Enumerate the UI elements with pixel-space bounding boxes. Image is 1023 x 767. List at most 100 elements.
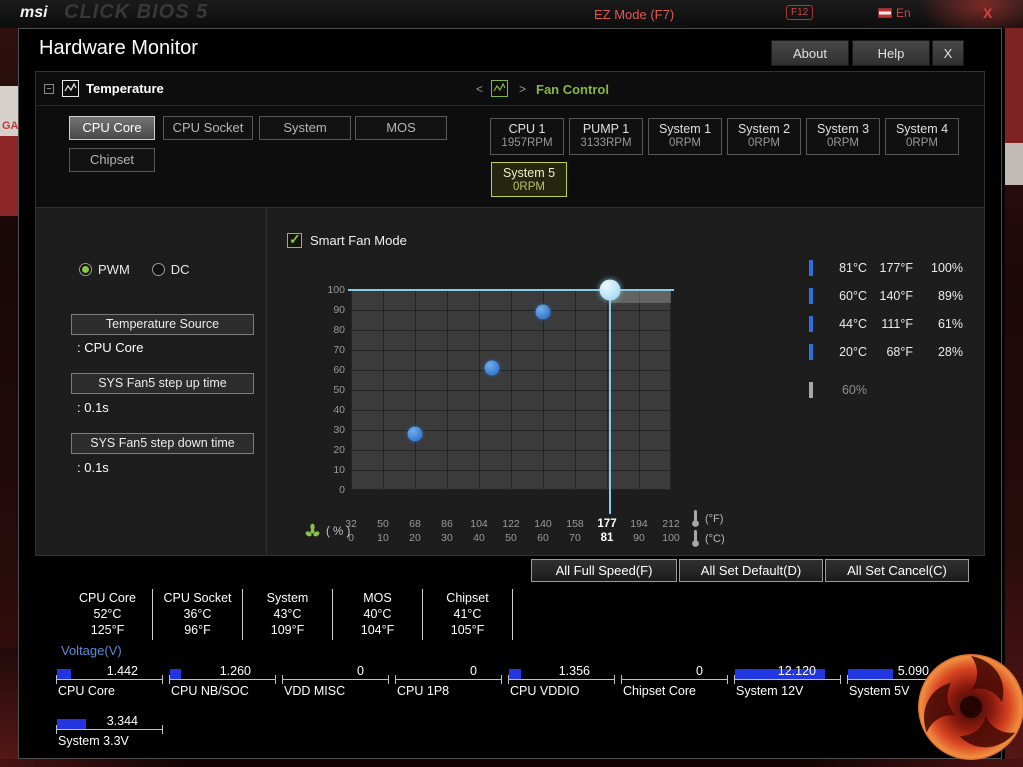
celsius-axis-label-group: (°C) [691, 529, 725, 548]
fan-button-system-5[interactable]: System 5 0RPM [491, 162, 567, 197]
fan-name: System 3 [817, 122, 869, 136]
pwm-radio[interactable] [79, 263, 92, 276]
temperature-readout: CPU Socket 36°C 96°F [153, 589, 243, 640]
x-axis-tick-celsius: 60 [537, 532, 549, 544]
fan-button-pump-1[interactable]: PUMP 1 3133RPM [569, 118, 643, 155]
all-set-default-button[interactable]: All Set Default(D) [679, 559, 823, 582]
fan-point-row: 44°C 111°F 61% [809, 315, 963, 333]
x-axis-tick-fahrenheit: 177 [597, 518, 616, 530]
next-tab-arrow[interactable]: > [519, 82, 526, 96]
ez-mode-button[interactable]: EZ Mode (F7) [594, 7, 674, 22]
fan-name: PUMP 1 [583, 122, 629, 136]
voltage-value: 12.120 [778, 664, 816, 678]
temp-source-button-mos[interactable]: MOS [355, 116, 447, 140]
y-axis-tick: 30 [313, 424, 345, 436]
fan-button-system-2[interactable]: System 2 0RPM [727, 118, 801, 155]
thermometer-icon [691, 529, 700, 548]
window-close-button[interactable]: X [932, 40, 964, 66]
flag-icon [878, 8, 892, 18]
temperature-source-value: : CPU Core [77, 340, 143, 355]
fan-button-system-4[interactable]: System 4 0RPM [885, 118, 959, 155]
step-down-time-button[interactable]: SYS Fan5 step down time [71, 433, 254, 454]
voltage-label: CPU NB/SOC [169, 680, 276, 698]
fan-curve-point[interactable] [600, 280, 621, 301]
fan-curve-point[interactable] [484, 361, 499, 376]
voltage-label: CPU 1P8 [395, 680, 502, 698]
waveform-icon [62, 80, 79, 97]
fan-curve-point[interactable] [408, 427, 423, 442]
temp-source-button-cpu-core[interactable]: CPU Core [69, 116, 155, 140]
voltage-item: 3.344 System 3.3V [56, 713, 163, 748]
point-temp-c: 60°C [813, 289, 867, 303]
voltage-item: 1.442 CPU Core [56, 663, 163, 698]
language-selector[interactable]: En [878, 6, 911, 20]
smart-fan-checkbox[interactable] [287, 233, 302, 248]
prev-tab-arrow[interactable]: < [476, 82, 483, 96]
about-button[interactable]: About [771, 40, 849, 66]
temperature-source-button[interactable]: Temperature Source [71, 314, 254, 335]
x-axis-tick-celsius: 20 [409, 532, 421, 544]
temp-source-button-cpu-socket[interactable]: CPU Socket [163, 116, 253, 140]
x-axis-tick-fahrenheit: 194 [630, 518, 648, 530]
fan-button-cpu-1[interactable]: CPU 1 1957RPM [490, 118, 564, 155]
fan-name: System 5 [503, 166, 555, 180]
x-axis-tick-celsius: 70 [569, 532, 581, 544]
fan-control-tab-label[interactable]: Fan Control [536, 82, 609, 97]
dc-label: DC [171, 262, 190, 277]
step-down-time-value: : 0.1s [77, 460, 109, 475]
language-label: En [896, 6, 911, 20]
fan-mode-radio-group: PWM DC [79, 262, 212, 277]
temp-celsius: 52°C [63, 606, 152, 622]
collapse-icon[interactable] [44, 84, 54, 94]
voltage-item: 0 Chipset Core [621, 663, 728, 698]
y-axis-tick: 90 [313, 304, 345, 316]
voltage-bar [848, 669, 893, 679]
background-red-patch-low [0, 648, 18, 767]
all-full-speed-button[interactable]: All Full Speed(F) [531, 559, 677, 582]
fan-name: System 1 [659, 122, 711, 136]
temp-fahrenheit: 105°F [423, 622, 512, 638]
voltage-label: System 12V [734, 680, 841, 698]
fahrenheit-axis-label-group: (°F) [691, 509, 723, 528]
fan-name: CPU 1 [509, 122, 546, 136]
tab-strip: Temperature < > Fan Control [36, 72, 984, 106]
x-axis-tick-celsius: 50 [505, 532, 517, 544]
fan-rpm: 0RPM [886, 137, 958, 149]
current-temp-line [609, 290, 611, 514]
all-set-cancel-button[interactable]: All Set Cancel(C) [825, 559, 969, 582]
temp-label: CPU Socket [153, 590, 242, 606]
temperature-readout: CPU Core 52°C 125°F [63, 589, 153, 640]
screenshot-key-button[interactable]: F12 [786, 5, 813, 20]
x-axis-tick-celsius: 10 [377, 532, 389, 544]
fan-control-content: PWM DC Temperature Source : CPU Core SYS… [36, 207, 984, 555]
point-temp-f: 68°F [867, 345, 913, 359]
temp-celsius: 36°C [153, 606, 242, 622]
help-button[interactable]: Help [852, 40, 930, 66]
fan-control-icon [491, 80, 508, 97]
temp-source-button-system[interactable]: System [259, 116, 351, 140]
celsius-axis-label: (°C) [705, 533, 725, 545]
percent-axis-label: ( % ) [326, 526, 350, 538]
temp-fahrenheit: 96°F [153, 622, 242, 638]
voltage-value: 1.260 [220, 664, 251, 678]
temp-fahrenheit: 104°F [333, 622, 422, 638]
fan-rpm: 0RPM [649, 137, 721, 149]
temp-label: MOS [333, 590, 422, 606]
fan-curve-point[interactable] [536, 305, 551, 320]
x-axis-tick-fahrenheit: 50 [377, 518, 389, 530]
voltage-label: System 3.3V [56, 730, 163, 748]
x-axis-tick-fahrenheit: 158 [566, 518, 584, 530]
fan-curve-plot[interactable]: 1009080706050403020100325068861041221401… [351, 290, 671, 490]
dc-radio[interactable] [152, 263, 165, 276]
temp-label: System [243, 590, 332, 606]
background-edge-left: GA [0, 28, 18, 767]
y-axis-tick: 40 [313, 404, 345, 416]
fan-point-row: 81°C 177°F 100% [809, 259, 963, 277]
temp-source-button-chipset[interactable]: Chipset [69, 148, 155, 172]
fan-button-system-1[interactable]: System 1 0RPM [648, 118, 722, 155]
fan-button-system-3[interactable]: System 3 0RPM [806, 118, 880, 155]
fan-rpm: 0RPM [492, 181, 566, 193]
step-up-time-button[interactable]: SYS Fan5 step up time [71, 373, 254, 394]
temperature-readout: Chipset 41°C 105°F [423, 589, 513, 640]
tab-temperature[interactable]: Temperature [62, 80, 164, 97]
